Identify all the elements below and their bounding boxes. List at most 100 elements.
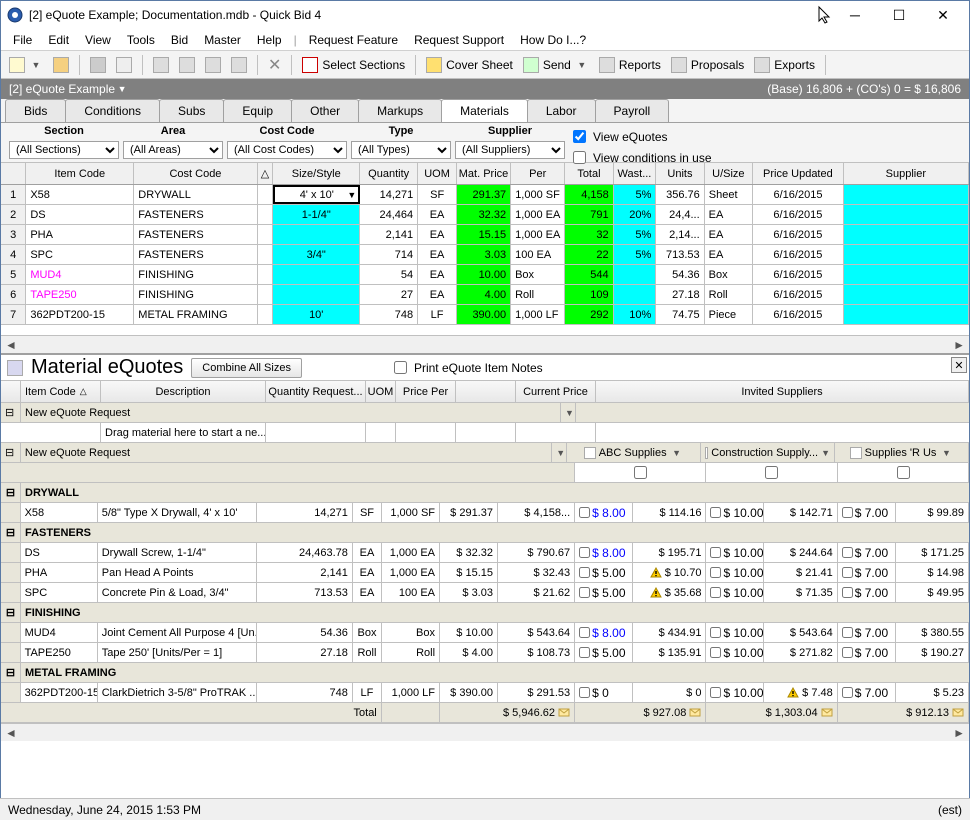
grid-col-sort[interactable]: △ [258, 163, 274, 184]
supplier-price[interactable]: $ 10.00 [706, 683, 764, 702]
supplier-price[interactable]: $ 5.00 [575, 563, 633, 582]
supplier-price[interactable]: $ 7.00 [838, 623, 896, 642]
pane-close-button[interactable]: ✕ [951, 357, 967, 373]
collapse-icon[interactable]: ⊟ [1, 523, 21, 542]
supplier-header[interactable]: ABC Supplies ▼ [567, 443, 701, 462]
collapse-icon[interactable]: ⊟ [1, 483, 21, 502]
eq-item-row[interactable]: DSDrywall Screw, 1-1/4"24,463.78EA1,000 … [1, 543, 969, 563]
undo-button[interactable] [227, 55, 251, 75]
supplier-price[interactable]: $ 8.00 [575, 623, 633, 642]
grid-row[interactable]: 7362PDT200-15METAL FRAMING10'748LF390.00… [1, 305, 969, 325]
supplier-price[interactable]: $ 10.00 [706, 643, 764, 662]
scrollbar-h[interactable]: ◄► [1, 335, 969, 353]
print-notes-check[interactable]: Print eQuote Item Notes [390, 358, 543, 377]
open-button[interactable] [49, 55, 73, 75]
eq-item-row[interactable]: MUD4Joint Cement All Purpose 4 [Un...54.… [1, 623, 969, 643]
menu-master[interactable]: Master [196, 31, 249, 49]
supplier-price[interactable]: $ 5.00 [575, 643, 633, 662]
supplier-header[interactable]: Supplies 'R Us ▼ [835, 443, 969, 462]
supplier-check[interactable] [838, 463, 969, 482]
grid-col-Per[interactable]: Per [511, 163, 565, 184]
eq-item-row[interactable]: PHAPan Head A Points2,141EA1,000 EA$ 15.… [1, 563, 969, 583]
grid-row[interactable]: 6TAPE250FINISHING27EA4.00Roll10927.18Rol… [1, 285, 969, 305]
supplier-header[interactable]: Construction Supply... ▼ [701, 443, 835, 462]
menu-help[interactable]: Help [249, 31, 290, 49]
drag-hint[interactable]: Drag material here to start a ne... [101, 423, 266, 442]
group-header[interactable]: DRYWALL [21, 483, 969, 502]
supplier-price[interactable]: $ 10.00 [706, 503, 764, 522]
paste-button[interactable] [201, 55, 225, 75]
view-equotes-check[interactable]: View eQuotes [569, 127, 712, 146]
collapse-icon[interactable]: ⊟ [1, 663, 21, 682]
eq-item-row[interactable]: TAPE250Tape 250' [Units/Per = 1]27.18Rol… [1, 643, 969, 663]
grid-col-UOM[interactable]: UOM [418, 163, 457, 184]
tab-labor[interactable]: Labor [527, 99, 596, 122]
grid-row[interactable]: 3PHAFASTENERS2,141EA15.151,000 EA325%2,1… [1, 225, 969, 245]
supplier-price[interactable]: $ 10.00 [706, 543, 764, 562]
tab-markups[interactable]: Markups [358, 99, 442, 122]
combine-sizes-button[interactable]: Combine All Sizes [191, 358, 302, 378]
grid-col-Item Code[interactable]: Item Code [26, 163, 134, 184]
send-button[interactable]: Send▼ [519, 55, 593, 75]
eq-col-header[interactable]: UOM [366, 381, 396, 402]
cover-sheet-button[interactable]: Cover Sheet [422, 55, 517, 75]
eq-col-header[interactable]: Description [101, 381, 266, 402]
eq-item-row[interactable]: SPCConcrete Pin & Load, 3/4"713.53EA100 … [1, 583, 969, 603]
group-header[interactable]: METAL FRAMING [21, 663, 969, 682]
filter-type-select[interactable]: (All Types) [351, 141, 451, 159]
supplier-price[interactable]: $ 7.00 [838, 583, 896, 602]
group-header[interactable]: FINISHING [21, 603, 969, 622]
menu-howdoi[interactable]: How Do I...? [512, 31, 594, 49]
eq-item-row[interactable]: X585/8" Type X Drywall, 4' x 10'14,271SF… [1, 503, 969, 523]
collapse-icon[interactable]: ⊟ [1, 443, 21, 462]
context-bid-name[interactable]: [2] eQuote Example [9, 82, 115, 96]
tab-conditions[interactable]: Conditions [65, 99, 160, 122]
grid-row[interactable]: 4SPCFASTENERS3/4"714EA3.03100 EA225%713.… [1, 245, 969, 265]
menu-requestfeature[interactable]: Request Feature [301, 31, 406, 49]
filter-costcode-select[interactable]: (All Cost Codes) [227, 141, 347, 159]
menu-tools[interactable]: Tools [119, 31, 163, 49]
tab-payroll[interactable]: Payroll [595, 99, 670, 122]
grid-col-Price Updated[interactable]: Price Updated [753, 163, 844, 184]
new-button[interactable]: ▼ [5, 55, 47, 75]
supplier-check[interactable] [575, 463, 706, 482]
grid-col-Wast...[interactable]: Wast... [614, 163, 657, 184]
tab-materials[interactable]: Materials [441, 99, 528, 122]
menu-edit[interactable]: Edit [40, 31, 77, 49]
eq-col-header[interactable] [456, 381, 516, 402]
tab-bids[interactable]: Bids [5, 99, 66, 122]
supplier-price[interactable]: $ 8.00 [575, 503, 633, 522]
cut-button[interactable] [149, 55, 173, 75]
eq-col-header[interactable]: Current Price [516, 381, 596, 402]
eq-scrollbar-h[interactable]: ◄► [1, 723, 969, 741]
supplier-price[interactable]: $ 10.00 [706, 563, 764, 582]
menu-view[interactable]: View [77, 31, 119, 49]
grid-col-Mat. Price[interactable]: Mat. Price [457, 163, 511, 184]
eq-item-row[interactable]: 362PDT200-15ClarkDietrich 3-5/8" ProTRAK… [1, 683, 969, 703]
eq-col-header[interactable]: Quantity Request... [266, 381, 366, 402]
supplier-price[interactable]: $ 10.00 [706, 583, 764, 602]
supplier-price[interactable]: $ 8.00 [575, 543, 633, 562]
eq-col-header[interactable]: Item Code △ [21, 381, 101, 402]
filter-area-select[interactable]: (All Areas) [123, 141, 223, 159]
supplier-price[interactable]: $ 10.00 [706, 623, 764, 642]
close-button[interactable]: ✕ [923, 3, 963, 27]
supplier-price[interactable]: $ 7.00 [838, 543, 896, 562]
supplier-price[interactable]: $ 7.00 [838, 563, 896, 582]
delete-button[interactable]: ✕ [264, 53, 285, 77]
filter-section-select[interactable]: (All Sections) [9, 141, 119, 159]
filter-supplier-select[interactable]: (All Suppliers) [455, 141, 565, 159]
menu-requestsupport[interactable]: Request Support [406, 31, 512, 49]
proposals-button[interactable]: Proposals [667, 55, 748, 75]
eq-col-header[interactable]: Price Per [396, 381, 456, 402]
print-preview-button[interactable] [112, 55, 136, 75]
supplier-price[interactable]: $ 7.00 [838, 643, 896, 662]
menu-bid[interactable]: Bid [163, 31, 196, 49]
tab-equip[interactable]: Equip [223, 99, 292, 122]
tab-subs[interactable]: Subs [159, 99, 224, 122]
supplier-price[interactable]: $ 5.00 [575, 583, 633, 602]
grid-col-Cost Code[interactable]: Cost Code [134, 163, 257, 184]
grid-col-Quantity[interactable]: Quantity [360, 163, 418, 184]
grid-col-U/Size[interactable]: U/Size [705, 163, 753, 184]
collapse-icon[interactable]: ⊟ [1, 603, 21, 622]
